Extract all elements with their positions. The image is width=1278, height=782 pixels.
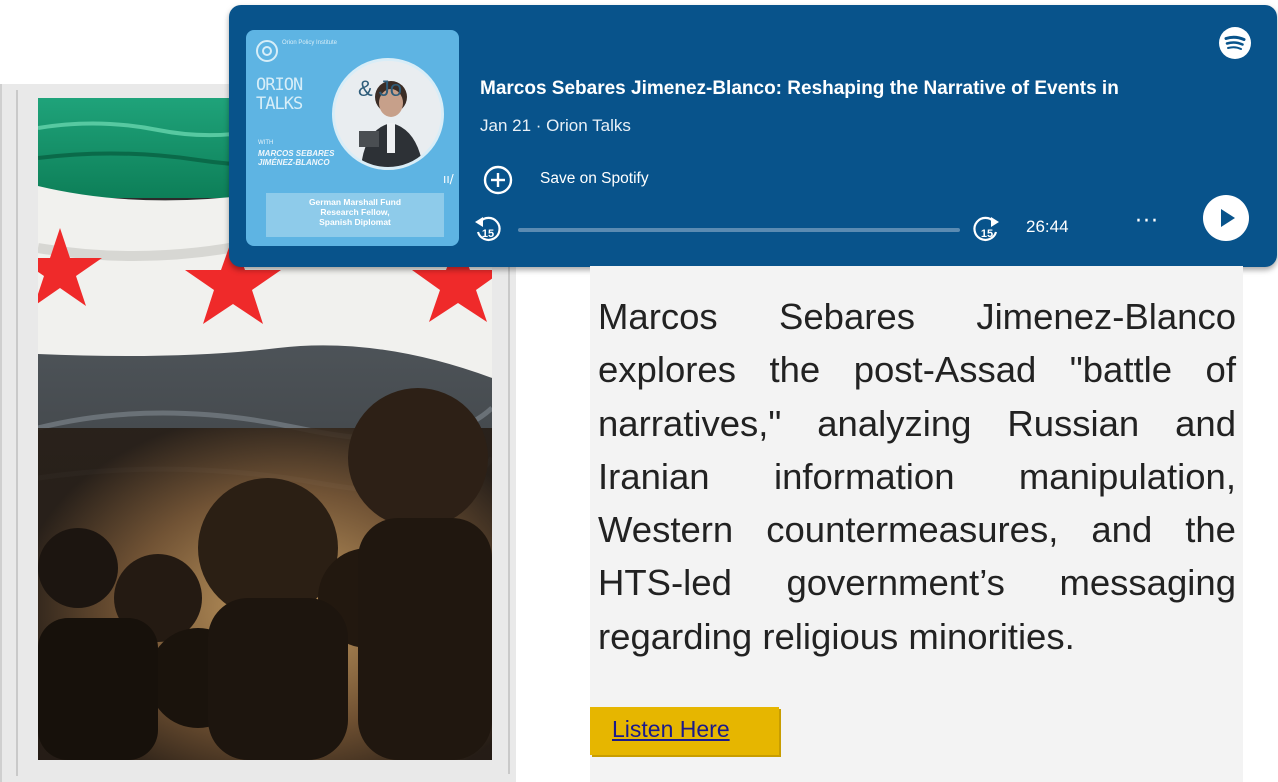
cover-host-text: & Jo [358, 76, 403, 101]
cover-guest-name: MARCOS SEBARES JIMÉNEZ-BLANCO [258, 149, 335, 167]
forward-label: 15 [981, 228, 993, 240]
sparkle-icon: ıı/ [443, 172, 454, 186]
listen-here-button[interactable]: Listen Here [590, 707, 779, 755]
episode-description: Marcos Sebares Jimenez-Blanco explores t… [598, 296, 1236, 657]
cover-with-label: WITH [258, 140, 274, 146]
rewind-label: 15 [482, 228, 494, 240]
save-label: Save on Spotify [540, 170, 649, 187]
forward-15-icon[interactable]: 15 [970, 213, 1002, 245]
rewind-15-icon[interactable]: 15 [472, 213, 504, 245]
spotify-episode-embed[interactable]: Orion Policy Institute ORION TALKS & Jo … [229, 5, 1277, 267]
listen-here-link[interactable]: Listen Here [612, 716, 730, 743]
episode-title-link[interactable]: Marcos Sebares Jimenez-Blanco: Reshaping… [480, 77, 1260, 101]
guest-portrait [332, 58, 444, 170]
episode-duration: 26:44 [1026, 217, 1069, 236]
episode-cover-art[interactable]: Orion Policy Institute ORION TALKS & Jo … [246, 30, 459, 246]
episode-meta[interactable]: Jan 21 · Orion Talks [480, 116, 631, 136]
cover-logo-text: Orion Policy Institute [282, 40, 338, 46]
spotify-logo-icon[interactable] [1219, 27, 1251, 59]
card-edge [508, 264, 510, 774]
play-button[interactable] [1203, 195, 1249, 241]
playback-progress-bar[interactable] [518, 228, 960, 232]
episode-description-panel: Marcos Sebares Jimenez-Blanco explores t… [590, 266, 1243, 782]
card-edge [16, 90, 18, 776]
plus-circle-icon [483, 165, 513, 195]
orion-institute-logo-icon [256, 40, 278, 62]
cover-caption: German Marshall Fund Research Fellow, Sp… [266, 193, 444, 237]
more-options-icon[interactable]: ··· [1135, 209, 1159, 234]
